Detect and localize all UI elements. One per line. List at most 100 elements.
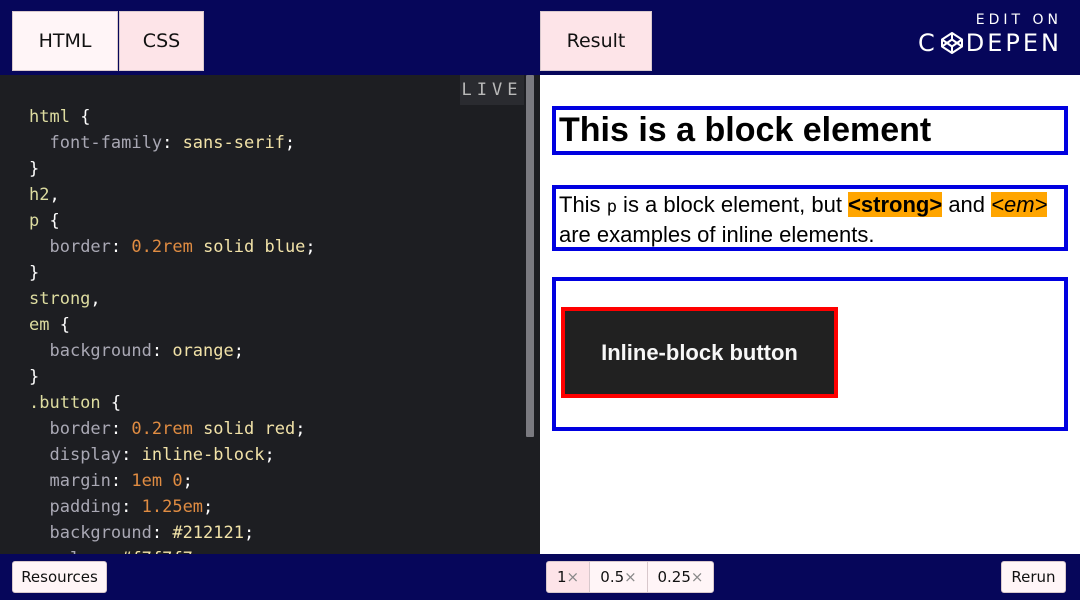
code-token-punc: , — [90, 289, 101, 309]
tab-css[interactable]: CSS — [119, 11, 204, 71]
code-token-num: 0.2rem — [131, 237, 193, 257]
code-line: margin: 1em 0; — [29, 468, 316, 494]
rerun-button[interactable]: Rerun — [1001, 561, 1066, 593]
live-indicator: LIVE — [460, 75, 524, 105]
paragraph-strong: <strong> — [848, 192, 943, 217]
editor-scrollbar-thumb[interactable] — [526, 75, 534, 437]
code-line: } — [29, 260, 316, 286]
code-line: color: #f7f7f7; — [29, 546, 316, 554]
result-paragraph: This p is a block element, but <strong> … — [552, 185, 1068, 251]
zoom-1-button[interactable]: 1 × — [546, 561, 590, 593]
paragraph-text: and — [942, 192, 992, 217]
code-line: border: 0.2rem solid red; — [29, 416, 316, 442]
result-pane: This is a block element This p is a bloc… — [540, 75, 1080, 554]
code-token-sel: .button — [29, 393, 101, 413]
code-token-punc: { — [39, 211, 60, 231]
code-token-punc — [29, 523, 49, 543]
code-token-prop: display — [49, 445, 122, 465]
code-token-punc: : — [151, 341, 173, 361]
code-line: background: orange; — [29, 338, 316, 364]
code-token-prop: font-family — [49, 133, 163, 153]
code-token-punc: ; — [233, 341, 244, 361]
code-token-num: 0.2rem — [131, 419, 193, 439]
code-token-punc — [193, 419, 203, 439]
code-token-sel: p — [29, 211, 40, 231]
codepen-logo-suffix: DEPEN — [965, 29, 1062, 57]
code-token-punc: : — [162, 133, 183, 153]
code-token-punc: } — [29, 367, 40, 387]
result-button-container: Inline-block button — [552, 277, 1068, 431]
code-token-punc: { — [49, 315, 70, 335]
edit-on-codepen-link[interactable]: EDIT ON C DEPEN — [918, 12, 1062, 57]
codepen-cube-icon — [940, 32, 963, 54]
result-heading: This is a block element — [552, 106, 1068, 155]
paragraph-text: are examples of inline elements. — [559, 222, 875, 247]
code-token-punc — [29, 471, 49, 491]
tab-html[interactable]: HTML — [12, 11, 118, 71]
code-token-prop: background — [49, 341, 152, 361]
css-editor[interactable]: html { font-family: sans-serif;} h2, p { b… — [0, 75, 540, 554]
edit-on-label: EDIT ON — [975, 12, 1062, 28]
code-token-val: inline-block — [141, 445, 265, 465]
code-token-punc — [29, 445, 49, 465]
code-token-val: #212121 — [172, 523, 244, 543]
code-token-punc: ; — [243, 523, 255, 543]
code-line: display: inline-block; — [29, 442, 316, 468]
code-token-sel: em — [29, 315, 50, 335]
code-line: font-family: sans-serif; — [29, 130, 316, 156]
code-line: background: #212121; — [29, 520, 316, 546]
zoom-0-5-button[interactable]: 0.5 × — [589, 561, 648, 593]
codepen-logo: C DEPEN — [918, 29, 1062, 57]
code-token-punc: , — [49, 185, 60, 205]
code-token-num: 1em 0 — [131, 471, 183, 491]
paragraph-em: <em> — [991, 192, 1048, 217]
code-token-punc — [29, 237, 49, 257]
paragraph-text: is a block element, but — [616, 192, 849, 217]
code-line: strong, — [29, 286, 316, 312]
css-code[interactable]: html { font-family: sans-serif;} h2, p { b… — [29, 104, 316, 554]
top-bar: HTML CSS Result EDIT ON C DEPEN — [0, 0, 1080, 75]
code-token-punc: : — [110, 471, 132, 491]
code-token-punc: ; — [305, 237, 316, 257]
inline-block-button[interactable]: Inline-block button — [561, 307, 838, 398]
code-token-punc: { — [69, 107, 91, 127]
code-token-punc: : — [121, 497, 142, 517]
tab-result[interactable]: Result — [540, 11, 652, 71]
code-token-punc: ; — [295, 419, 306, 439]
code-token-prop: background — [49, 523, 152, 543]
code-line: } — [29, 156, 316, 182]
zoom-times: × — [624, 568, 637, 586]
code-token-punc: ; — [203, 497, 214, 517]
code-token-prop: margin — [49, 471, 111, 491]
code-line: } — [29, 364, 316, 390]
code-token-punc: } — [29, 159, 40, 179]
bottom-bar: Resources 1 × 0.5 × 0.25 × Rerun — [0, 554, 1080, 600]
code-token-punc — [29, 341, 49, 361]
code-token-punc — [29, 497, 49, 517]
code-token-punc: } — [29, 263, 40, 283]
codepen-logo-prefix: C — [918, 29, 938, 57]
code-token-prop: padding — [49, 497, 122, 517]
zoom-0-25-button[interactable]: 0.25 × — [647, 561, 714, 593]
code-token-val: solid red — [203, 419, 296, 439]
zoom-value: 1 — [556, 568, 567, 586]
code-line: h2, — [29, 182, 316, 208]
code-line: html { — [29, 104, 316, 130]
code-token-prop: border — [49, 419, 111, 439]
code-token-punc: ; — [264, 445, 275, 465]
code-token-punc — [29, 133, 49, 153]
zoom-times: × — [566, 568, 580, 586]
code-token-sel: strong — [29, 289, 91, 309]
code-token-punc: { — [100, 393, 122, 413]
code-token-punc: ; — [182, 471, 193, 491]
zoom-value: 0.5 — [600, 568, 625, 586]
code-token-val: sans-serif — [182, 133, 285, 153]
resources-button[interactable]: Resources — [12, 561, 107, 593]
paragraph-code: p — [606, 197, 617, 217]
code-line: padding: 1.25em; — [29, 494, 316, 520]
code-token-prop: border — [49, 237, 111, 257]
zoom-times: × — [690, 568, 704, 586]
paragraph-text: This — [559, 192, 607, 217]
code-token-sel: html — [29, 107, 70, 127]
code-line: .button { — [29, 390, 316, 416]
